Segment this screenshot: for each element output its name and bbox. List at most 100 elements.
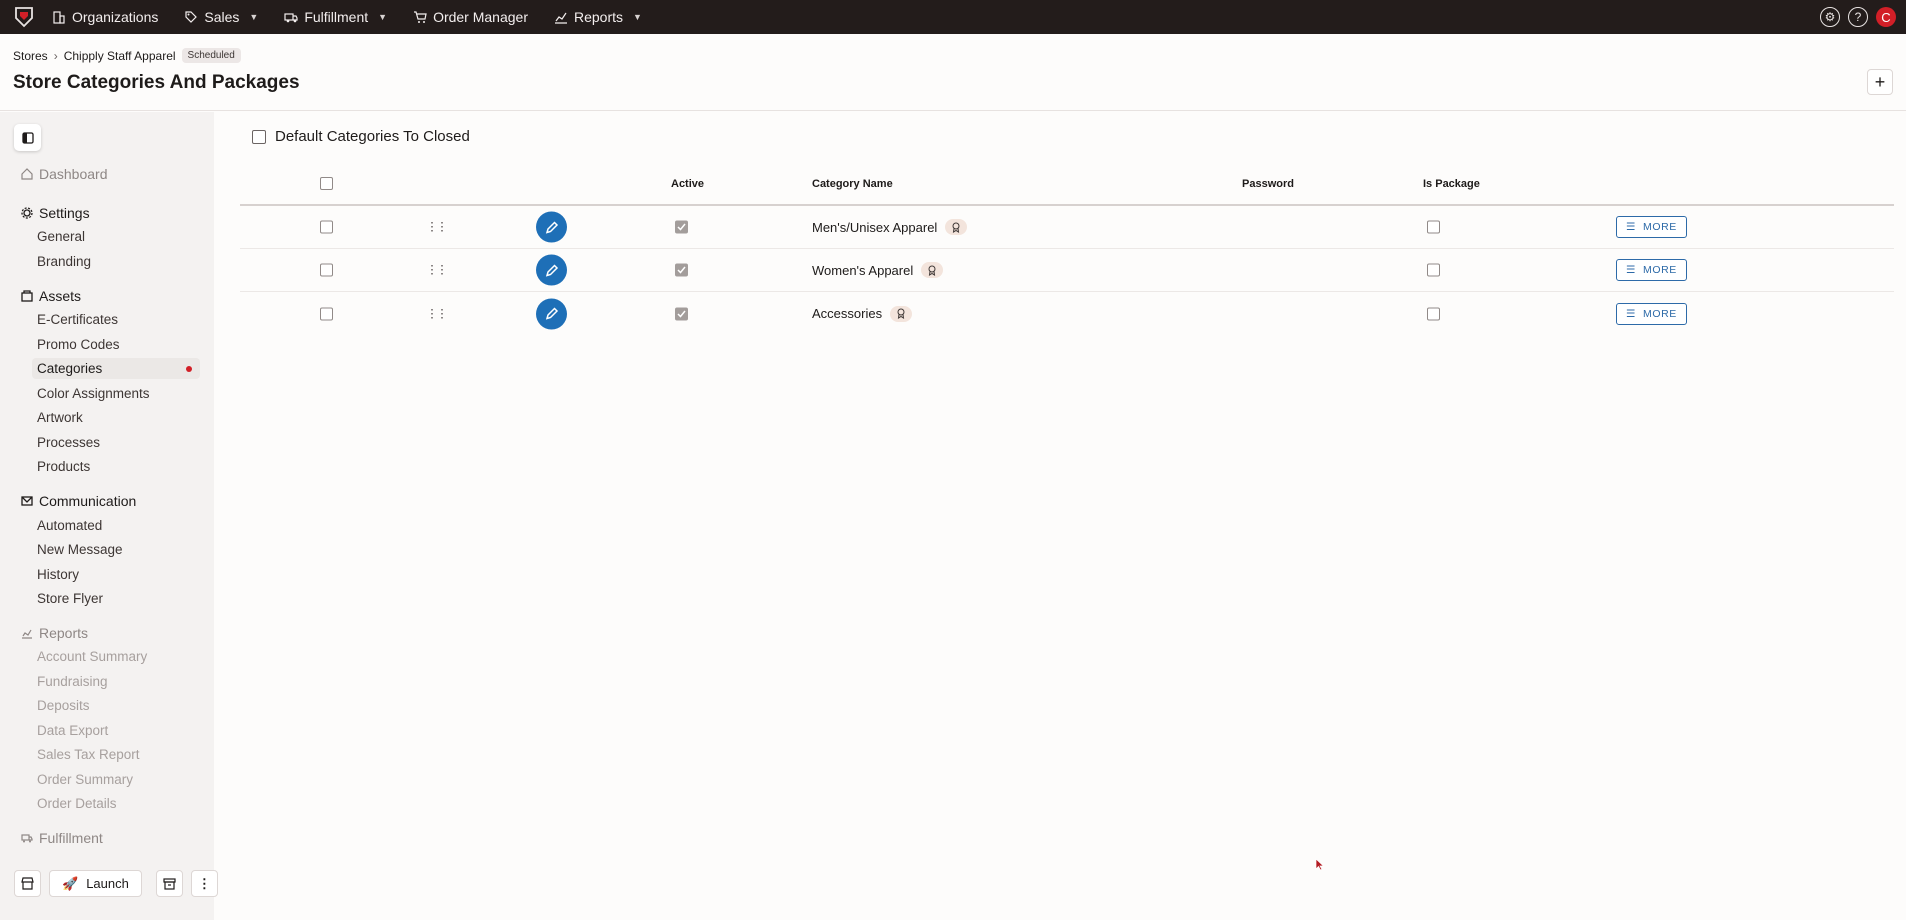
sidebar-section-communication[interactable]: Communication — [21, 493, 136, 509]
sidebar-dashboard-label: Dashboard — [39, 166, 108, 182]
sidebar-item-general[interactable]: General — [32, 226, 200, 247]
sidebar-item-processes[interactable]: Processes — [32, 432, 200, 453]
row-select-checkbox[interactable] — [320, 220, 333, 234]
column-header-is-package[interactable]: Is Package — [1423, 178, 1480, 190]
column-header-active[interactable]: Active — [671, 178, 704, 190]
launch-button[interactable]: 🚀 Launch — [49, 870, 142, 897]
sidebar-item-color-assignments[interactable]: Color Assignments — [32, 383, 200, 404]
more-button[interactable]: ☰ MORE — [1616, 302, 1687, 325]
sidebar-item-branding[interactable]: Branding — [32, 251, 200, 272]
active-checkbox[interactable] — [675, 263, 688, 277]
active-checkbox[interactable] — [675, 307, 688, 320]
sidebar-section-settings[interactable]: Settings — [21, 205, 90, 221]
breadcrumb-stores[interactable]: Stores — [13, 49, 48, 63]
edit-button[interactable] — [536, 211, 567, 243]
category-name[interactable]: Accessories — [812, 306, 882, 321]
column-header-password[interactable]: Password — [1242, 178, 1294, 190]
is-package-checkbox[interactable] — [1427, 307, 1440, 320]
table-header: Active Category Name Password Is Package — [240, 162, 1894, 206]
sidebar-item-data-export[interactable]: Data Export — [32, 720, 200, 741]
sidebar-item-store-flyer[interactable]: Store Flyer — [32, 588, 200, 609]
more-label: MORE — [1643, 307, 1677, 320]
is-package-checkbox[interactable] — [1427, 263, 1440, 277]
help-icon[interactable]: ? — [1848, 7, 1868, 27]
add-category-button[interactable]: + — [1867, 69, 1893, 95]
sidebar-item-order-details[interactable]: Order Details — [32, 793, 200, 814]
sidebar-section-fulfillment[interactable]: Fulfillment — [21, 830, 103, 846]
edit-button[interactable] — [536, 254, 567, 286]
chevron-right-icon: › — [53, 48, 58, 63]
sidebar-section-assets[interactable]: Assets — [21, 288, 81, 304]
storefront-button[interactable] — [14, 870, 41, 897]
category-name[interactable]: Women's Apparel — [812, 263, 913, 278]
app-logo-icon[interactable] — [12, 5, 36, 29]
nav-sales[interactable]: Sales ▼ — [184, 9, 258, 25]
sidebar-item-promo-codes[interactable]: Promo Codes — [32, 334, 200, 355]
drag-handle-icon[interactable]: ⋮⋮ — [426, 264, 448, 276]
sidebar-bottom-actions: 🚀 Launch ⋮ — [14, 870, 218, 897]
cart-icon — [414, 11, 427, 23]
sidebar-item-dashboard[interactable]: Dashboard — [21, 166, 108, 182]
more-label: MORE — [1643, 264, 1677, 276]
sidebar-fulfillment-label: Fulfillment — [39, 830, 103, 846]
sidebar-collapse-button[interactable] — [14, 124, 41, 151]
nav-organizations[interactable]: Organizations — [52, 9, 158, 25]
drag-handle-icon[interactable]: ⋮⋮ — [426, 307, 448, 319]
avatar[interactable]: C — [1876, 7, 1896, 27]
chart-icon — [22, 629, 32, 639]
sidebar-item-automated[interactable]: Automated — [32, 515, 200, 536]
rocket-icon: 🚀 — [62, 875, 79, 891]
row-select-checkbox[interactable] — [320, 307, 333, 320]
truck-icon — [21, 834, 33, 843]
sidebar-item-artwork[interactable]: Artwork — [32, 407, 200, 428]
truck-icon — [284, 13, 298, 23]
breadcrumb-store[interactable]: Chipply Staff Apparel — [64, 49, 176, 63]
sidebar-item-sales-tax-report[interactable]: Sales Tax Report — [32, 744, 200, 765]
table-row: ⋮⋮ Women's Apparel ☰ MORE — [240, 249, 1894, 292]
nav-reports[interactable]: Reports ▼ — [554, 9, 642, 25]
sidebar-item-order-summary[interactable]: Order Summary — [32, 769, 200, 790]
column-header-category-name[interactable]: Category Name — [812, 178, 893, 190]
sidebar-item-account-summary[interactable]: Account Summary — [32, 646, 200, 667]
settings-gear-icon[interactable]: ⚙ — [1820, 7, 1840, 27]
sidebar-item-history[interactable]: History — [32, 564, 200, 585]
launch-label: Launch — [86, 876, 129, 891]
sidebar-section-reports[interactable]: Reports — [21, 625, 88, 641]
nav-fulfillment[interactable]: Fulfillment ▼ — [284, 9, 387, 25]
chart-icon — [555, 12, 567, 24]
page-title: Store Categories And Packages — [13, 72, 300, 93]
edit-button[interactable] — [536, 298, 567, 329]
row-select-checkbox[interactable] — [320, 263, 333, 277]
nav-order-manager[interactable]: Order Manager — [413, 9, 528, 25]
sidebar-item-deposits[interactable]: Deposits — [32, 695, 200, 716]
sidebar-item-categories[interactable]: Categories — [32, 358, 200, 379]
category-name[interactable]: Men's/Unisex Apparel — [812, 220, 937, 235]
sidebar-categories-label: Categories — [37, 361, 103, 376]
nav-organizations-label: Organizations — [72, 9, 159, 25]
top-right-actions: ⚙ ? C — [1820, 7, 1896, 27]
list-icon: ☰ — [1626, 221, 1637, 233]
sidebar-item-e-certificates[interactable]: E-Certificates — [32, 309, 200, 330]
default-closed-checkbox[interactable] — [252, 129, 266, 144]
default-closed-toggle[interactable]: Default Categories To Closed — [252, 128, 470, 145]
sidebar: Dashboard Settings General Branding Asse… — [0, 112, 218, 920]
sidebar-toggle-icon — [21, 131, 34, 144]
more-button[interactable]: ☰ MORE — [1616, 216, 1687, 238]
sidebar-assets-label: Assets — [39, 288, 82, 304]
active-checkbox[interactable] — [675, 220, 688, 234]
gear-icon — [21, 207, 33, 219]
sidebar-item-new-message[interactable]: New Message — [32, 539, 200, 560]
is-package-checkbox[interactable] — [1427, 220, 1440, 234]
sidebar-settings-label: Settings — [39, 205, 90, 221]
award-icon — [890, 305, 913, 322]
more-label: MORE — [1643, 221, 1677, 233]
drag-handle-icon[interactable]: ⋮⋮ — [426, 221, 448, 233]
page-header: Stores › Chipply Staff Apparel Scheduled… — [0, 34, 1906, 111]
sidebar-item-fundraising[interactable]: Fundraising — [32, 671, 200, 692]
sidebar-item-products[interactable]: Products — [32, 456, 200, 477]
box-icon — [21, 290, 33, 302]
select-all-checkbox[interactable] — [320, 177, 333, 190]
more-button[interactable]: ☰ MORE — [1616, 259, 1687, 281]
plus-icon: + — [1874, 71, 1886, 92]
archive-button[interactable] — [155, 870, 183, 897]
